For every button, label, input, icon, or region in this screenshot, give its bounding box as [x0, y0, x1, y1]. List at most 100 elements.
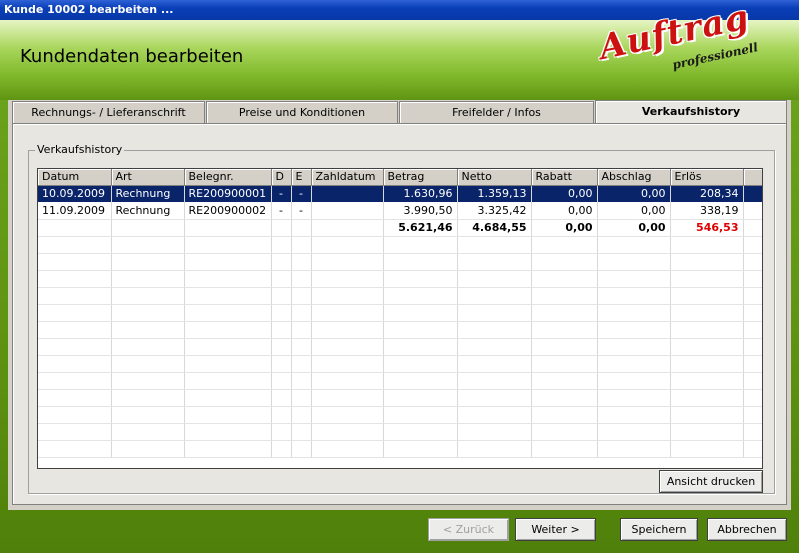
empty-cell	[184, 406, 272, 424]
empty-cell	[457, 236, 532, 254]
tab-freifelder-infos[interactable]: Freifelder / Infos	[399, 101, 594, 123]
table-cell: 338,19	[670, 202, 744, 220]
empty-row	[38, 270, 762, 288]
empty-cell	[531, 372, 598, 390]
empty-cell	[670, 389, 744, 407]
empty-cell	[597, 389, 671, 407]
empty-row	[38, 406, 762, 424]
tab-preise-konditionen[interactable]: Preise und Konditionen	[206, 101, 398, 123]
empty-cell	[111, 338, 185, 356]
empty-cell	[38, 304, 112, 322]
empty-cell	[184, 287, 272, 305]
print-view-button[interactable]: Ansicht drucken	[659, 470, 763, 493]
empty-cell	[670, 406, 744, 424]
empty-cell	[111, 423, 185, 441]
empty-cell	[184, 440, 272, 458]
totals-row: 5.621,46 4.684,55 0,00 0,00 546,53	[38, 219, 762, 237]
empty-cell	[743, 423, 762, 441]
cancel-button[interactable]: Abbrechen	[707, 518, 787, 541]
table-cell	[38, 219, 112, 237]
column-header[interactable]: Erlös	[670, 169, 744, 186]
column-header[interactable]: D	[271, 169, 292, 186]
empty-cell	[271, 372, 292, 390]
empty-cell	[531, 338, 598, 356]
empty-cell	[597, 423, 671, 441]
column-header[interactable]: Belegnr.	[184, 169, 272, 186]
header-banner: Kundendaten bearbeiten Auftrag professio…	[0, 0, 799, 100]
table-cell: 1.359,13	[457, 185, 532, 203]
empty-cell	[111, 270, 185, 288]
empty-cell	[597, 338, 671, 356]
empty-cell	[38, 406, 112, 424]
table-cell: Rechnung	[111, 185, 185, 203]
column-header[interactable]: E	[291, 169, 312, 186]
empty-cell	[271, 270, 292, 288]
empty-cell	[670, 304, 744, 322]
empty-cell	[531, 236, 598, 254]
empty-cell	[531, 440, 598, 458]
empty-cell	[184, 338, 272, 356]
empty-cell	[743, 389, 762, 407]
empty-cell	[531, 287, 598, 305]
empty-cell	[311, 389, 384, 407]
table-cell-filler	[743, 185, 762, 203]
empty-cell	[670, 423, 744, 441]
empty-cell	[597, 440, 671, 458]
empty-cell	[111, 321, 185, 339]
empty-cell	[38, 253, 112, 271]
column-header[interactable]: Abschlag	[597, 169, 671, 186]
empty-cell	[311, 372, 384, 390]
column-header[interactable]: Betrag	[383, 169, 458, 186]
empty-cell	[597, 270, 671, 288]
column-header[interactable]: Datum	[38, 169, 112, 186]
empty-cell	[531, 270, 598, 288]
empty-cell	[531, 406, 598, 424]
back-button[interactable]: < Zurück	[428, 518, 509, 541]
empty-cell	[457, 355, 532, 373]
empty-cell	[111, 236, 185, 254]
empty-cell	[670, 236, 744, 254]
column-header[interactable]: Art	[111, 169, 185, 186]
next-button[interactable]: Weiter >	[515, 518, 596, 541]
empty-cell	[291, 304, 312, 322]
empty-row	[38, 423, 762, 441]
empty-cell	[291, 440, 312, 458]
table-cell: 0,00	[597, 185, 671, 203]
empty-cell	[457, 253, 532, 271]
column-header[interactable]: Zahldatum	[311, 169, 384, 186]
empty-cell	[271, 355, 292, 373]
empty-cell	[38, 440, 112, 458]
empty-cell	[670, 321, 744, 339]
tab-verkaufshistory[interactable]: Verkaufshistory	[595, 100, 787, 124]
empty-cell	[311, 304, 384, 322]
column-header[interactable]: Netto	[457, 169, 532, 186]
empty-cell	[457, 321, 532, 339]
empty-cell	[38, 270, 112, 288]
empty-cell	[111, 389, 185, 407]
empty-cell	[311, 253, 384, 271]
column-header[interactable]: Rabatt	[531, 169, 598, 186]
empty-cell	[184, 355, 272, 373]
table-cell: -	[291, 185, 312, 203]
table-cell: -	[271, 185, 292, 203]
empty-row	[38, 304, 762, 322]
table-row[interactable]: 11.09.2009 Rechnung RE200900002 - - 3.99…	[38, 202, 762, 220]
empty-cell	[184, 304, 272, 322]
empty-cell	[291, 236, 312, 254]
save-button[interactable]: Speichern	[620, 518, 698, 541]
table-cell	[184, 219, 272, 237]
empty-cell	[670, 253, 744, 271]
empty-cell	[291, 423, 312, 441]
empty-cell	[311, 440, 384, 458]
sales-history-grid[interactable]: Datum Art Belegnr. D E Zahldatum Betrag …	[37, 168, 763, 469]
table-cell	[311, 185, 384, 203]
tab-rechnungs-lieferanschrift[interactable]: Rechnungs- / Lieferanschrift	[12, 101, 205, 123]
empty-row	[38, 389, 762, 407]
empty-cell	[311, 338, 384, 356]
empty-cell	[531, 253, 598, 271]
table-row[interactable]: 10.09.2009 Rechnung RE200900001 - - 1.63…	[38, 185, 762, 203]
empty-cell	[383, 270, 458, 288]
empty-cell	[743, 253, 762, 271]
empty-cell	[383, 355, 458, 373]
empty-cell	[457, 389, 532, 407]
